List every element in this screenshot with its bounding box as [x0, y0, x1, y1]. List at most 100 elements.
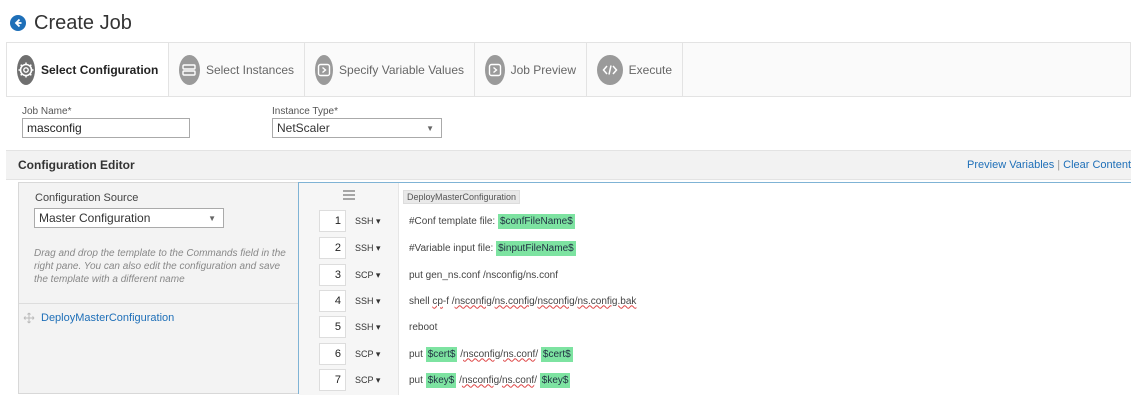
- protocol-dropdown[interactable]: SSH ▾: [355, 216, 381, 227]
- protocol-label: SSH: [355, 295, 374, 306]
- command-text[interactable]: put $key$ /nsconfig/ns.conf/ $key$: [409, 372, 571, 388]
- chevron-down-icon: ▾: [373, 348, 381, 359]
- page-title: Create Job: [34, 11, 132, 34]
- protocol-dropdown[interactable]: SCP ▾: [355, 349, 380, 360]
- commands-editor[interactable]: DeployMasterConfiguration 1 SSH ▾ #Conf te…: [298, 182, 1131, 395]
- step-label: Specify Variable Values: [339, 62, 464, 77]
- command-row: 7 SCP ▾ put $key$ /nsconfig/ns.conf/ $key$: [299, 368, 1131, 392]
- step-execute[interactable]: Execute: [587, 43, 683, 96]
- chevron-down-icon: ▾: [373, 215, 381, 226]
- variable-token: $key$: [425, 372, 457, 388]
- job-name-input[interactable]: [22, 118, 190, 138]
- preview-variables-link[interactable]: Preview Variables: [967, 159, 1054, 171]
- variable-token: $cert$: [425, 346, 458, 362]
- step-label: Job Preview: [510, 62, 576, 77]
- page-header: Create Job: [10, 8, 132, 38]
- spellcheck-word: cp: [432, 295, 443, 307]
- line-number: 4: [319, 290, 346, 312]
- wizard-steps: Select Configuration Select Instances Sp…: [6, 42, 1131, 97]
- hamburger-menu-icon[interactable]: [342, 190, 356, 200]
- protocol-label: SCP: [355, 348, 374, 359]
- protocol-dropdown[interactable]: SCP ▾: [355, 375, 380, 386]
- link-separator: |: [1057, 159, 1061, 171]
- step-label: Execute: [628, 62, 672, 77]
- command-text[interactable]: shell cp-f /nsconfig/ns.config/nsconfig/…: [409, 296, 636, 307]
- line-number: 5: [319, 316, 346, 338]
- step-select-instances[interactable]: Select Instances: [169, 43, 305, 96]
- command-row: 5 SSH ▾ reboot: [299, 315, 1131, 339]
- configuration-source-value: Master Configuration: [39, 211, 151, 225]
- command-row: 1 SSH ▾ #Conf template file: $confFileName…: [299, 209, 1131, 233]
- step-select-configuration[interactable]: Select Configuration: [7, 43, 169, 96]
- command-text[interactable]: put gen_ns.conf /nsconfig/ns.conf: [409, 270, 558, 281]
- chevron-down-icon: ▾: [373, 295, 381, 306]
- command-text[interactable]: #Conf template file: $confFileName$: [409, 213, 575, 229]
- spellcheck-word: ns.conf: [501, 374, 535, 386]
- job-name-group: Job Name*: [22, 106, 190, 138]
- instance-type-value: NetScaler: [277, 121, 330, 135]
- configuration-source-select[interactable]: Master Configuration ▼: [34, 208, 224, 228]
- chevron-down-icon: ▼: [208, 213, 216, 223]
- spellcheck-word: nsconfig: [454, 295, 492, 307]
- drag-handle-icon: [23, 312, 35, 324]
- protocol-dropdown[interactable]: SSH ▾: [355, 322, 381, 333]
- code-icon: [597, 54, 623, 85]
- step-job-preview[interactable]: Job Preview: [475, 43, 587, 96]
- protocol-label: SSH: [355, 321, 374, 332]
- spellcheck-word: nsconfig: [461, 374, 500, 386]
- command-text[interactable]: reboot: [409, 322, 437, 333]
- command-text[interactable]: #Variable input file: $inputFileName$: [409, 240, 576, 256]
- clear-content-link[interactable]: Clear Content: [1063, 159, 1131, 171]
- protocol-label: SSH: [355, 215, 374, 226]
- command-fragment: /: [534, 374, 540, 386]
- instances-icon: [179, 54, 200, 85]
- variable-token: $key$: [539, 372, 571, 388]
- protocol-label: SSH: [355, 242, 374, 253]
- gear-icon: [17, 54, 35, 85]
- help-text: Drag and drop the template to the Comman…: [34, 248, 286, 285]
- line-number: 2: [319, 237, 346, 259]
- preview-icon: [485, 54, 505, 85]
- template-item-deploy-master-configuration[interactable]: DeployMasterConfiguration: [23, 312, 174, 324]
- configuration-source-panel: Configuration Source Master Configuratio…: [18, 182, 299, 394]
- variable-token: $confFileName$: [497, 213, 575, 229]
- protocol-dropdown[interactable]: SSH ▾: [355, 243, 381, 254]
- chevron-down-icon: ▾: [373, 321, 381, 332]
- line-number: 6: [319, 343, 346, 365]
- line-number: 1: [319, 210, 346, 232]
- command-fragment: put: [409, 374, 426, 386]
- command-row: 3 SCP ▾ put gen_ns.conf /nsconfig/ns.conf: [299, 263, 1131, 287]
- configuration-source-label: Configuration Source: [35, 192, 139, 204]
- chevron-down-icon: ▾: [373, 374, 381, 385]
- instance-type-select[interactable]: NetScaler ▼: [272, 118, 442, 138]
- chevron-down-icon: ▾: [373, 269, 381, 280]
- line-number: 3: [319, 264, 346, 286]
- template-file-tag: DeployMasterConfiguration: [403, 190, 521, 204]
- divider: [19, 303, 299, 304]
- command-fragment: -f /: [442, 295, 455, 307]
- protocol-dropdown[interactable]: SSH ▾: [355, 296, 381, 307]
- editor-links: Preview Variables | Clear Content: [967, 159, 1131, 171]
- command-text[interactable]: put $cert$ /nsconfig/ns.conf/ $cert$: [409, 346, 573, 362]
- back-arrow-icon[interactable]: [10, 15, 26, 31]
- configuration-editor-title: Configuration Editor: [18, 158, 135, 172]
- protocol-label: SCP: [355, 269, 374, 280]
- chevron-down-icon: ▼: [426, 123, 434, 133]
- step-label: Select Instances: [205, 62, 294, 77]
- step-specify-variable-values[interactable]: Specify Variable Values: [305, 43, 475, 96]
- protocol-label: SCP: [355, 374, 374, 385]
- chevron-down-icon: ▾: [373, 242, 381, 253]
- spellcheck-word: ns.config.bak: [577, 295, 637, 307]
- line-number: 7: [319, 369, 346, 391]
- command-row: 6 SCP ▾ put $cert$ /nsconfig/ns.conf/ $cer…: [299, 342, 1131, 366]
- spellcheck-word: nsconfig: [463, 348, 501, 360]
- instance-type-label: Instance Type*: [272, 106, 338, 117]
- variable-token: $inputFileName$: [496, 240, 576, 256]
- spellcheck-word: ns.config: [494, 295, 535, 307]
- job-name-label: Job Name*: [22, 106, 72, 117]
- command-fragment: reboot: [409, 321, 438, 333]
- command-fragment: put gen_ns.conf /nsconfig/ns.conf: [409, 269, 558, 281]
- spellcheck-word: ns.conf: [503, 348, 536, 360]
- protocol-dropdown[interactable]: SCP ▾: [355, 270, 380, 281]
- command-row: 2 SSH ▾ #Variable input file: $inputFileNa…: [299, 236, 1131, 260]
